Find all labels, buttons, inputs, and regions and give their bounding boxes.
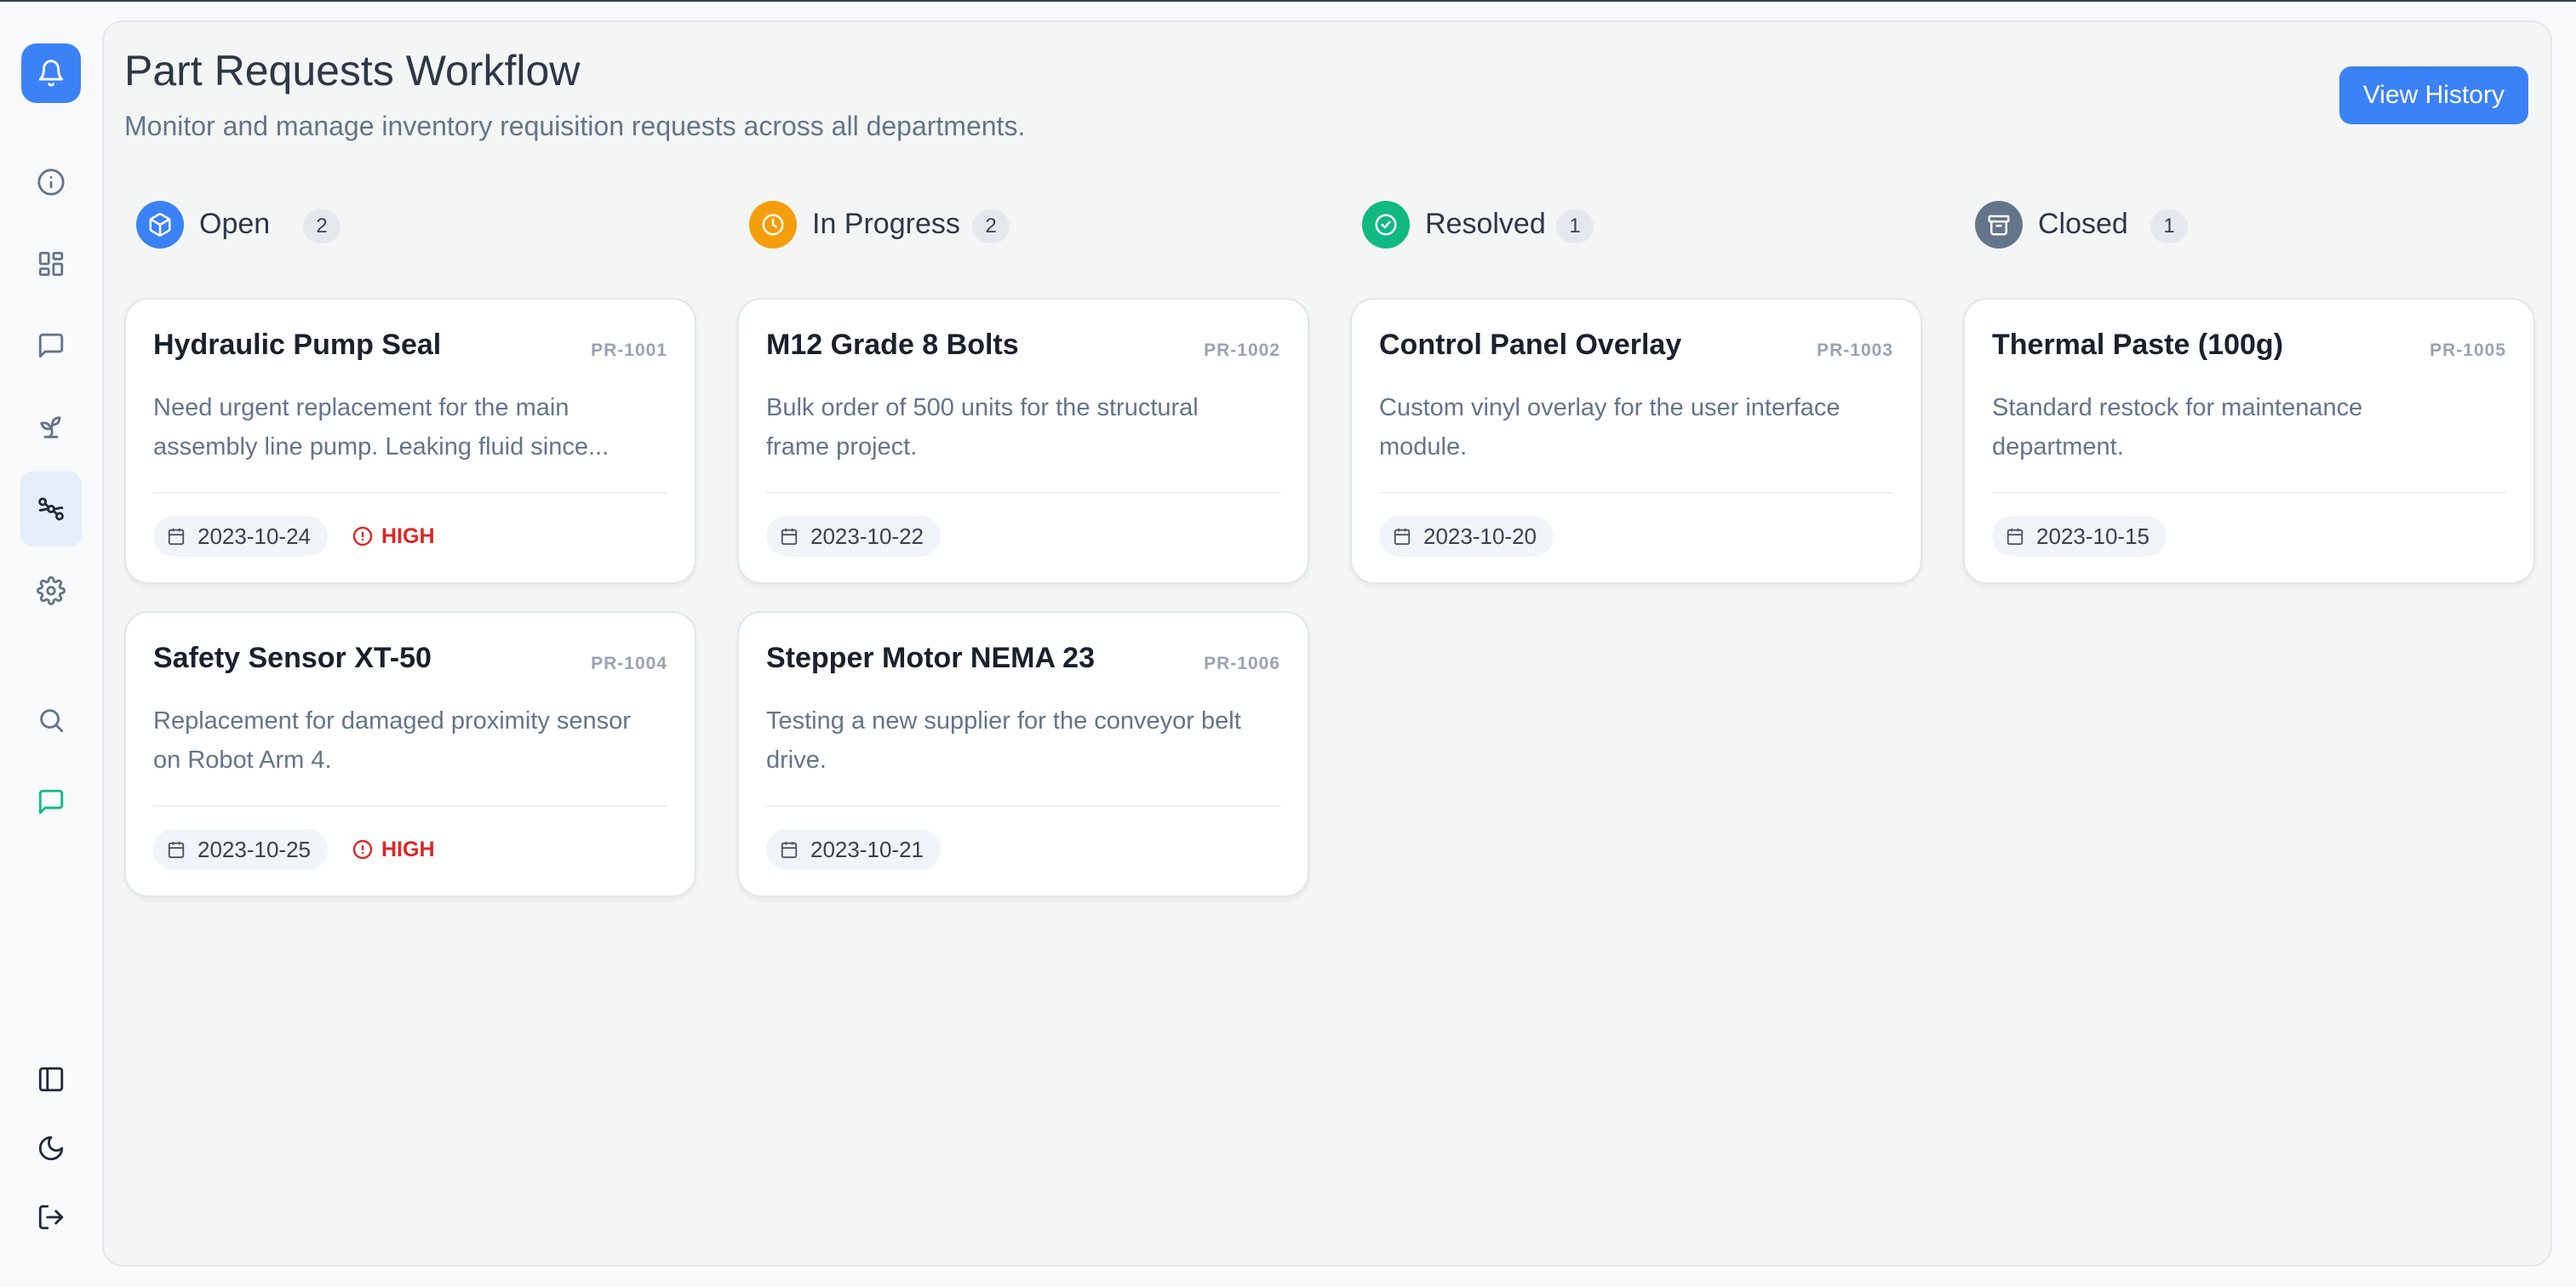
calendar-icon: [2006, 528, 2024, 546]
card-date: 2023-10-20: [1423, 523, 1537, 549]
date-pill: 2023-10-22: [766, 516, 941, 557]
date-pill: 2023-10-24: [153, 516, 328, 557]
column-title: In Progress: [812, 208, 960, 240]
moon-icon[interactable]: [20, 1118, 82, 1179]
column-header: Closed 1: [1963, 201, 2535, 252]
column-count-badge: 2: [972, 209, 1010, 243]
column-in-progress: In Progress 2 M12 Grade 8 Bolts PR-1002 …: [737, 201, 1309, 897]
column-header: Resolved 1: [1350, 201, 1922, 252]
calendar-icon: [168, 528, 185, 546]
box-icon: [136, 201, 184, 249]
page-subtitle: Monitor and manage inventory requisition…: [124, 111, 1026, 141]
column-count-badge: 1: [2150, 209, 2188, 243]
card-id: PR-1003: [1817, 340, 1893, 360]
card-description: Standard restock for maintenance departme…: [1992, 394, 2363, 460]
card-description: Custom vinyl overlay for the user interf…: [1379, 394, 1840, 460]
request-card[interactable]: Safety Sensor XT-50 PR-1004 Replacement …: [124, 611, 696, 897]
card-title: Control Panel Overlay: [1379, 329, 1682, 361]
message-icon[interactable]: [20, 315, 82, 376]
column-resolved: Resolved 1 Control Panel Overlay PR-1003…: [1350, 201, 1922, 584]
date-pill: 2023-10-25: [153, 829, 328, 870]
card-description: Replacement for damaged proximity sensor…: [153, 707, 631, 774]
dashboard-icon[interactable]: [20, 233, 82, 295]
request-card[interactable]: Hydraulic Pump Seal PR-1001 Need urgent …: [124, 298, 696, 584]
priority-label: HIGH: [381, 523, 435, 548]
view-history-button[interactable]: View History: [2338, 66, 2528, 124]
card-title: M12 Grade 8 Bolts: [766, 329, 1019, 361]
chat-icon[interactable]: [20, 771, 82, 832]
panel-toggle-icon[interactable]: [20, 1049, 82, 1110]
card-id: PR-1006: [1204, 654, 1280, 673]
column-title: Resolved: [1425, 208, 1546, 240]
priority-badge: HIGH: [352, 836, 435, 863]
card-id: PR-1005: [2430, 340, 2506, 360]
search-icon[interactable]: [20, 689, 82, 751]
archive-icon: [1975, 201, 2023, 249]
calendar-icon: [781, 528, 798, 546]
card-title: Thermal Paste (100g): [1992, 329, 2284, 361]
column-title: Closed: [2038, 208, 2128, 240]
column-header: In Progress 2: [737, 201, 1309, 252]
column-title: Open: [199, 208, 271, 240]
top-border: [0, 0, 2576, 2]
main-panel: Part Requests Workflow Monitor and manag…: [102, 20, 2552, 1267]
clock-icon: [749, 201, 797, 249]
card-date: 2023-10-25: [197, 836, 311, 862]
column-closed: Closed 1 Thermal Paste (100g) PR-1005 St…: [1963, 201, 2535, 584]
calendar-icon: [1394, 528, 1411, 546]
request-card[interactable]: Control Panel Overlay PR-1003 Custom vin…: [1350, 298, 1922, 584]
page-title: Part Requests Workflow: [124, 47, 581, 94]
card-divider: [766, 805, 1280, 807]
card-divider: [1992, 492, 2506, 494]
logout-icon[interactable]: [20, 1187, 82, 1248]
priority-badge: HIGH: [352, 523, 435, 550]
card-divider: [1379, 492, 1893, 494]
card-id: PR-1001: [591, 340, 667, 360]
alert-circle-icon: [352, 839, 373, 860]
card-title: Safety Sensor XT-50: [153, 642, 432, 674]
column-header: Open 2: [124, 201, 696, 252]
priority-label: HIGH: [381, 837, 435, 861]
card-date: 2023-10-21: [810, 836, 924, 862]
request-card[interactable]: M12 Grade 8 Bolts PR-1002 Bulk order of …: [737, 298, 1309, 584]
card-description: Need urgent replacement for the main asse…: [153, 394, 610, 460]
info-icon[interactable]: [20, 152, 82, 213]
card-divider: [153, 805, 667, 807]
card-description: Testing a new supplier for the conveyor …: [766, 707, 1241, 774]
request-card[interactable]: Thermal Paste (100g) PR-1005 Standard re…: [1963, 298, 2535, 584]
card-date: 2023-10-22: [810, 523, 924, 549]
date-pill: 2023-10-21: [766, 829, 941, 870]
card-date: 2023-10-24: [197, 523, 311, 549]
calendar-icon: [781, 841, 798, 859]
sidebar: [0, 0, 102, 1287]
check-circle-icon: [1362, 201, 1410, 249]
date-pill: 2023-10-15: [1992, 516, 2167, 557]
date-pill: 2023-10-20: [1379, 516, 1554, 557]
card-divider: [766, 492, 1280, 494]
card-id: PR-1004: [591, 654, 667, 673]
card-title: Stepper Motor NEMA 23: [766, 642, 1096, 674]
card-id: PR-1002: [1204, 340, 1280, 360]
card-description: Bulk order of 500 units for the structur…: [766, 394, 1199, 460]
card-divider: [153, 492, 667, 494]
gear-icon[interactable]: [20, 560, 82, 621]
alert-circle-icon: [352, 526, 373, 546]
sprout-icon[interactable]: [20, 397, 82, 458]
workflow-icon[interactable]: [20, 472, 82, 546]
calendar-icon: [168, 841, 185, 859]
card-date: 2023-10-15: [2036, 523, 2150, 549]
card-title: Hydraulic Pump Seal: [153, 329, 442, 361]
request-card[interactable]: Stepper Motor NEMA 23 PR-1006 Testing a …: [737, 611, 1309, 897]
column-count-badge: 2: [303, 209, 341, 243]
bell-icon[interactable]: [21, 43, 81, 103]
column-open: Open 2 Hydraulic Pump Seal PR-1001 Need …: [124, 201, 696, 897]
column-count-badge: 1: [1556, 209, 1594, 243]
